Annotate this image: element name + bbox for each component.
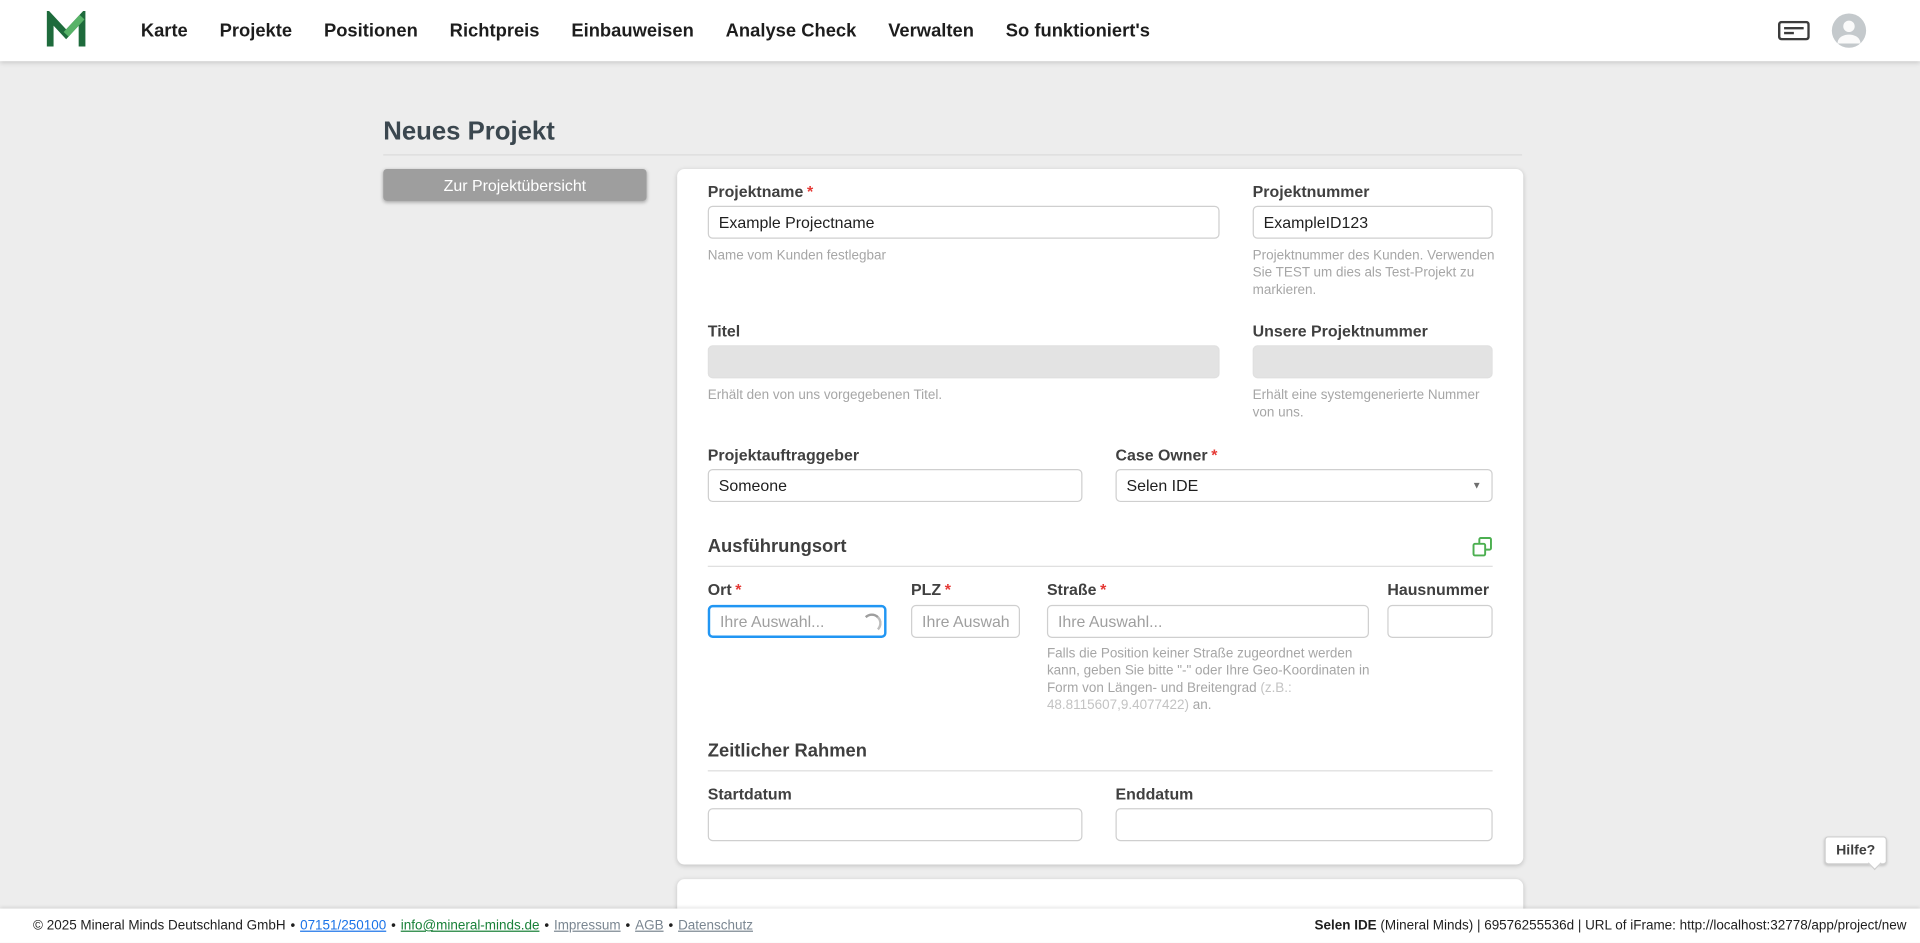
titel-label: Titel <box>707 322 741 341</box>
copy-icon[interactable] <box>1471 535 1494 558</box>
app-root: Karte Projekte Positionen Richtpreis Ein… <box>0 0 1920 943</box>
chevron-down-icon: ▼ <box>1471 480 1482 492</box>
enddatum-input[interactable] <box>1115 808 1493 842</box>
footer-impressum-link[interactable]: Impressum <box>554 918 621 933</box>
section-divider <box>707 770 1493 772</box>
case-owner-select[interactable]: Selen IDE ▼ <box>1115 468 1493 503</box>
startdatum-input[interactable] <box>707 808 1083 842</box>
nav-item-positionen[interactable]: Positionen <box>324 20 418 41</box>
projektauftraggeber-label: Projektauftraggeber <box>707 445 860 465</box>
nav-item-verwalten[interactable]: Verwalten <box>888 20 974 41</box>
projektauftraggeber-input[interactable] <box>707 468 1083 503</box>
projektnummer-helper: Projektnummer des Kunden. Verwenden Sie … <box>1252 248 1495 298</box>
nav-item-so-funktionierts[interactable]: So funktioniert's <box>1006 20 1150 41</box>
ort-input[interactable] <box>707 604 887 638</box>
page-title: Neues Projekt <box>383 117 555 146</box>
unsere-projektnummer-helper: Erhält eine systemgenerierte Nummer von … <box>1252 388 1480 420</box>
footer-separator: • <box>668 918 674 934</box>
case-owner-label: Case Owner * <box>1115 445 1218 465</box>
footer-separator: • <box>290 918 296 934</box>
title-divider <box>383 154 1523 156</box>
required-marker: * <box>1100 580 1107 599</box>
enddatum-label: Enddatum <box>1115 784 1194 804</box>
plz-input[interactable] <box>911 604 1020 638</box>
projektname-helper: Name vom Kunden festlegbar <box>707 248 886 264</box>
titel-input <box>707 345 1220 379</box>
case-owner-selected-value: Selen IDE <box>1126 476 1199 495</box>
ort-label: Ort * <box>707 580 742 599</box>
strasse-input[interactable] <box>1046 604 1369 638</box>
footer-separator: • <box>544 918 550 934</box>
footer-user-name: Selen IDE <box>1314 918 1377 934</box>
top-navbar: Karte Projekte Positionen Richtpreis Ein… <box>0 0 1920 62</box>
footer-session-info: Selen IDE (Mineral Minds) | 69576255536d… <box>1315 918 1907 933</box>
help-button[interactable]: Hilfe? <box>1824 836 1887 865</box>
nav-item-einbauweisen[interactable]: Einbauweisen <box>571 20 693 41</box>
startdatum-label: Startdatum <box>707 784 792 804</box>
projektname-label: Projektname * <box>707 182 814 201</box>
projektnummer-label: Projektnummer <box>1252 182 1370 201</box>
unsere-projektnummer-label: Unsere Projektnummer <box>1252 322 1428 341</box>
required-marker: * <box>1211 445 1218 465</box>
footer-email-link[interactable]: info@mineral-minds.de <box>401 918 540 933</box>
unsere-projektnummer-input <box>1252 345 1493 379</box>
footer-left: © 2025 Mineral Minds Deutschland GmbH • … <box>33 918 753 933</box>
required-marker: * <box>944 580 951 599</box>
required-marker: * <box>806 182 814 201</box>
titel-helper: Erhält den von uns vorgegebenen Titel. <box>707 388 943 403</box>
hausnummer-label: Hausnummer <box>1387 580 1490 599</box>
strasse-helper: Falls die Position keiner Straße zugeord… <box>1046 646 1370 713</box>
footer-agb-link[interactable]: AGB <box>635 918 663 933</box>
footer-datenschutz-link[interactable]: Datenschutz <box>678 918 753 933</box>
zur-projektuebersicht-button[interactable]: Zur Projektübersicht <box>383 168 647 201</box>
footer-separator: • <box>625 918 631 934</box>
projektnummer-input[interactable] <box>1252 205 1493 239</box>
user-avatar[interactable] <box>1831 13 1867 48</box>
zeitlicher-rahmen-section-heading: Zeitlicher Rahmen <box>707 740 867 762</box>
next-card-partial <box>677 879 1524 912</box>
projektname-input[interactable] <box>707 205 1220 239</box>
new-project-form-card: Projektname* Name vom Kunden festlegbar … <box>677 168 1524 865</box>
loading-spinner-icon <box>862 613 882 634</box>
plz-label: PLZ * <box>911 580 951 599</box>
nav-item-karte[interactable]: Karte <box>141 20 188 41</box>
section-divider <box>707 565 1493 567</box>
nav-item-analyse-check[interactable]: Analyse Check <box>726 20 857 41</box>
footer-copyright: © 2025 Mineral Minds Deutschland GmbH <box>33 918 286 934</box>
server-icon[interactable] <box>1777 20 1810 41</box>
footer-session-details: (Mineral Minds) | 69576255536d | URL of … <box>1376 918 1907 934</box>
hausnummer-input[interactable] <box>1387 604 1493 638</box>
person-icon <box>1837 20 1861 44</box>
nav-item-projekte[interactable]: Projekte <box>220 20 292 41</box>
strasse-label: Straße * <box>1046 580 1107 599</box>
nav-item-richtpreis[interactable]: Richtpreis <box>450 20 540 41</box>
footer-separator: • <box>391 918 396 934</box>
mineral-minds-logo-icon[interactable] <box>45 11 87 50</box>
required-marker: * <box>735 580 742 599</box>
ausfuehrungsort-section-heading: Ausführungsort <box>707 536 847 558</box>
footer: © 2025 Mineral Minds Deutschland GmbH • … <box>0 908 1920 943</box>
main-navigation: Karte Projekte Positionen Richtpreis Ein… <box>141 20 1150 41</box>
footer-phone-link[interactable]: 07151/250100 <box>300 918 386 933</box>
